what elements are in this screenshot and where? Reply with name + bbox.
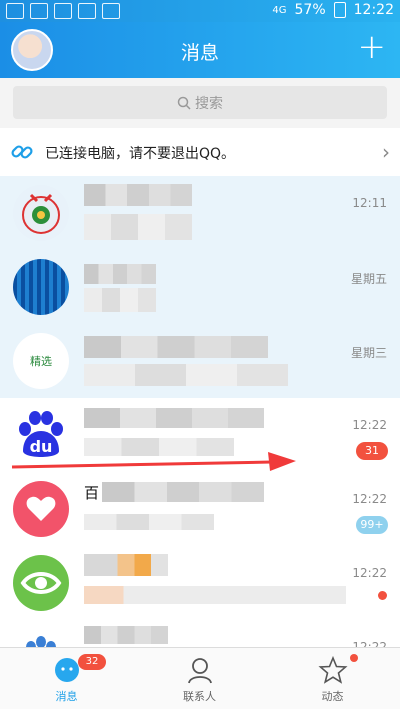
tab-messages[interactable]: 32 消息 [0,648,133,709]
conversation-time: 12:22 [352,418,387,432]
conversation-time: 星期五 [350,272,387,286]
bottom-tab-bar: 32 消息 联系人 动态 [0,647,400,709]
tab-unread-badge: 32 [78,654,106,670]
tab-label: 联系人 [183,690,216,703]
conversation-time: 12:22 [352,492,387,506]
conversation-row[interactable]: 精选 星期三 [0,324,400,399]
conversation-avatar [13,185,69,241]
banner-text: 已连接电脑，请不要退出QQ。 [45,146,236,162]
search-area: 搜索 [0,78,400,128]
conversation-row[interactable]: 12:22 [0,546,400,621]
add-button[interactable]: + [358,30,387,64]
tab-feed[interactable]: 动态 [266,648,399,709]
star-icon [317,656,348,684]
eye-icon [20,572,62,594]
conversation-time: 星期三 [350,346,387,360]
avatar-label: du [29,437,53,456]
conversation-avatar: 精选 [13,333,69,389]
tab-label: 动态 [321,690,344,703]
search-icon [177,96,191,110]
search-placeholder: 搜索 [195,95,223,112]
tab-unread-dot [350,654,358,662]
tv-icon [22,193,60,234]
person-icon [187,658,212,684]
network-label: 4G [272,4,287,16]
notification-icon [6,3,24,19]
conversation-row[interactable]: 12:11 [0,176,400,251]
unread-badge: 31 [356,442,388,460]
conversation-avatar [13,259,69,315]
tab-label: 消息 [55,690,78,703]
status-time: 12:22 [353,2,394,18]
status-bar: 4G 57% 12:22 [0,0,400,22]
conversation-name: 百 [84,484,100,502]
tab-contacts[interactable]: 联系人 [133,648,266,709]
avatar-label: 精选 [30,355,52,368]
unread-dot [378,591,387,600]
pc-connected-banner[interactable]: 已连接电脑，请不要退出QQ。 › [0,128,400,177]
heart-icon [26,496,56,521]
conversation-avatar [13,555,69,611]
page-title: 消息 [180,42,219,64]
conversation-row[interactable]: du 12:22 31 [0,398,400,473]
notification-icon [30,3,48,19]
notification-icon [54,3,72,19]
conversation-time: 12:11 [352,196,387,210]
link-icon [11,145,33,159]
notification-icons [6,3,120,19]
search-input[interactable]: 搜索 [13,86,387,119]
notification-icon [102,3,120,19]
chevron-right-icon: › [382,140,390,164]
battery-icon [333,2,346,18]
conversation-avatar [13,481,69,537]
notification-icon [78,3,96,19]
conversation-row[interactable]: 百 12:22 99+ [0,472,400,547]
conversation-row[interactable]: 星期五 [0,250,400,325]
conversation-time: 12:22 [352,566,387,580]
conversation-avatar: du [13,407,69,463]
unread-badge: 99+ [356,516,388,534]
app-header: 消息 + [0,22,400,78]
chat-icon [54,658,79,682]
battery-percent: 57% [294,2,326,18]
